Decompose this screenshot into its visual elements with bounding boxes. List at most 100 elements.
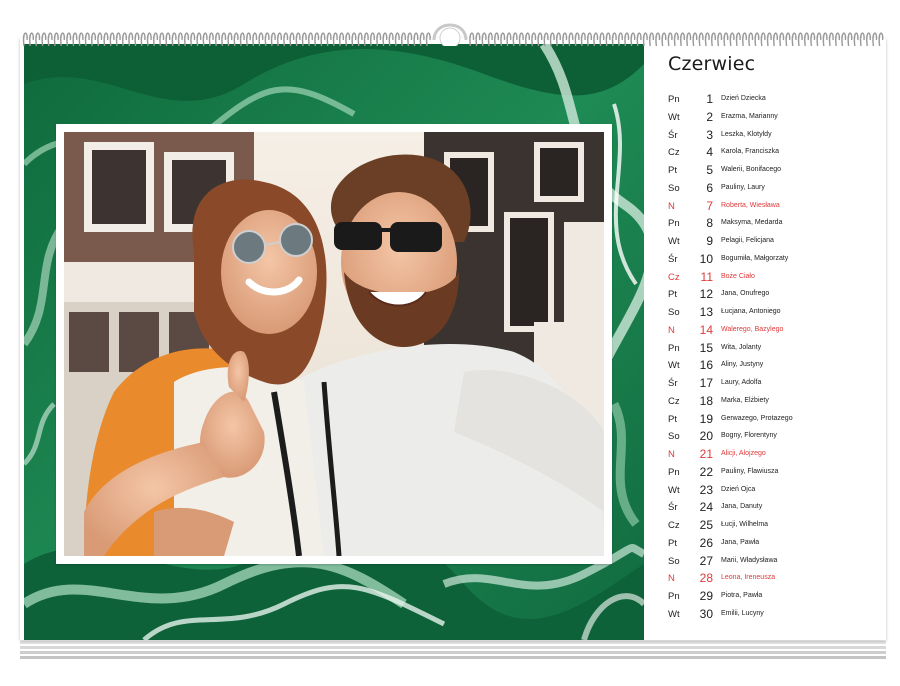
spiral-wire-loop [481, 32, 487, 47]
spiral-wire-loop [692, 32, 698, 47]
day-row: Śr 10 Bogumiła, Małgorzaty [668, 252, 888, 269]
day-row: Pt 19 Gerwazego, Protazego [668, 412, 888, 429]
day-row: N 21 Alicji, Alojzego [668, 447, 888, 464]
day-number: 27 [699, 553, 713, 568]
spiral-wire-loop [618, 32, 623, 47]
day-of-week-label: So [668, 182, 680, 194]
spiral-wire-loop [115, 32, 121, 47]
spiral-wire-loop [332, 32, 338, 47]
day-number: 15 [699, 340, 713, 355]
day-number: 7 [706, 198, 713, 213]
day-of-week-label: So [668, 555, 680, 567]
day-row: Śr 3 Leszka, Klotyldy [668, 128, 888, 145]
spiral-wire-loop [797, 32, 803, 47]
day-number: 29 [699, 589, 713, 603]
day-of-week-label: Pt [668, 413, 677, 425]
spiral-wire-loop [72, 32, 78, 47]
name-day-text: Marka, Elżbiety [721, 396, 769, 404]
spiral-wire-loop [128, 32, 134, 47]
day-row: So 27 Marii, Władysława [668, 554, 888, 571]
name-day-text: Alicji, Alojzego [721, 450, 766, 457]
spiral-wire-loop [562, 32, 568, 47]
day-number: 14 [699, 322, 713, 337]
day-number: 13 [699, 305, 713, 319]
spiral-wire-loop [289, 32, 295, 47]
spiral-wire-loop [667, 32, 673, 47]
day-of-week-label: Pt [668, 289, 677, 301]
spiral-wire-loop [407, 32, 413, 47]
day-number: 18 [699, 393, 713, 408]
spiral-wire-loop [673, 32, 679, 47]
spiral-wire-loop [512, 32, 518, 47]
spiral-wire-loop [60, 32, 65, 47]
spiral-wire-loop [53, 32, 59, 47]
day-of-week-label: Pn [668, 342, 680, 354]
spiral-wire-loop [419, 32, 425, 47]
day-number: 23 [699, 482, 713, 497]
spiral-wire-loop [704, 32, 710, 47]
spiral-wire-loop [686, 32, 692, 47]
spiral-wire-loop [475, 32, 481, 47]
couple-selfie-photo [64, 132, 604, 556]
day-number: 10 [699, 251, 713, 266]
day-row: Wt 9 Pelagii, Felicjana [668, 234, 888, 251]
spiral-wire-loop [580, 32, 586, 47]
name-day-text: Walerego, Bazylego [721, 325, 784, 333]
day-number: 25 [699, 518, 713, 532]
spiral-wire-loop [339, 32, 344, 47]
spiral-wire-loop [804, 32, 809, 47]
spiral-wire-loop [190, 32, 196, 47]
day-row: Cz 18 Marka, Elżbiety [668, 394, 888, 411]
spiral-wire-loop [518, 32, 524, 47]
spiral-wire-loop [729, 32, 735, 47]
day-row: Śr 17 Laury, Adolfa [668, 376, 888, 393]
day-number: 8 [706, 216, 713, 231]
day-of-week-label: Cz [668, 271, 680, 283]
name-day-text: Pelagii, Felicjana [721, 237, 774, 244]
name-day-text: Karola, Franciszka [721, 148, 779, 156]
spiral-wire-loop [320, 32, 326, 47]
name-day-text: Aliny, Justyny [721, 361, 764, 369]
day-of-week-label: Wt [668, 484, 680, 496]
day-row: Wt 2 Erazma, Marianny [668, 110, 888, 127]
spiral-wire-loop [760, 32, 766, 47]
day-row: N 28 Leona, Ireneusza [668, 571, 888, 588]
day-number: 2 [706, 109, 713, 124]
name-day-text: Emilii, Lucyny [721, 609, 764, 617]
day-number: 21 [699, 447, 713, 461]
day-of-week-label: Śr [668, 378, 678, 389]
spiral-wire-loop [196, 32, 202, 47]
spiral-wire-loop [525, 32, 530, 47]
spiral-wire-loop [153, 32, 158, 47]
day-row: Pn 1 Dzień Dziecka [668, 92, 888, 109]
day-row: Pt 26 Jana, Pawła [668, 536, 888, 553]
calendar-hanger-hook [432, 23, 468, 46]
spiral-wire-loop [642, 32, 648, 47]
day-number: 17 [699, 376, 713, 390]
day-of-week-label: N [668, 200, 675, 212]
spiral-wire-loop [413, 32, 419, 47]
day-of-week-label: N [668, 324, 675, 336]
name-day-text: Leona, Ireneusza [721, 574, 776, 582]
name-day-text: Pauliny, Flawiusza [721, 467, 779, 475]
spiral-wire-loop [357, 32, 363, 47]
spiral-wire-loop [655, 32, 661, 47]
spiral-wire-loop [574, 32, 580, 47]
spiral-wire-loop [233, 32, 239, 47]
name-day-text: Dzień Dziecka [721, 95, 766, 102]
calendar-panel: Czerwiec Pn 1 Dzień Dziecka Wt 2 Erazma, Mari… [668, 52, 888, 621]
name-day-text: Jana, Danuty [721, 503, 763, 511]
day-row: Cz 4 Karola, Franciszka [668, 145, 888, 162]
name-day-text: Bogny, Florentyny [721, 432, 777, 440]
spiral-wire-loop [35, 32, 41, 47]
day-number: 6 [706, 180, 713, 195]
name-day-text: Łucjana, Antoniego [721, 308, 781, 315]
name-day-text: Pauliny, Laury [721, 183, 765, 191]
spiral-wire-loop [556, 32, 561, 47]
day-row: Wt 16 Aliny, Justyny [668, 358, 888, 375]
spiral-wire-loop [277, 32, 282, 47]
day-number: 20 [699, 429, 713, 444]
spiral-wire-loop [847, 32, 853, 47]
spiral-wire-loop [345, 32, 351, 47]
spiral-wire-loop [66, 32, 72, 47]
